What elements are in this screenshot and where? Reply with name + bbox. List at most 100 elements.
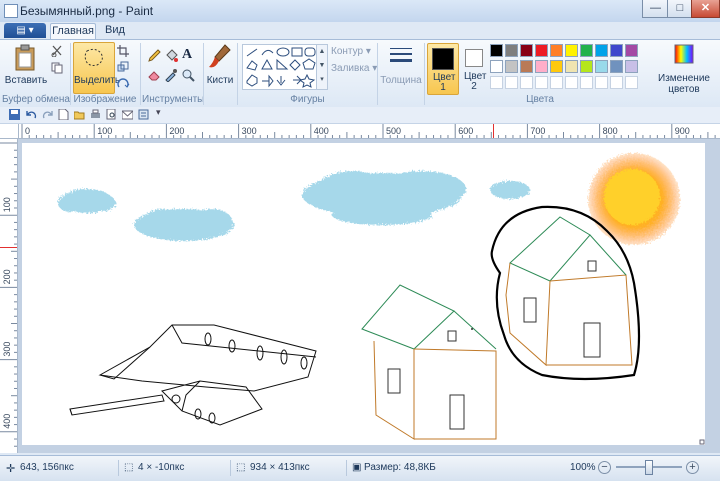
file-menu-button[interactable]: ▤ ▾ bbox=[4, 23, 46, 38]
pencil-icon[interactable] bbox=[147, 49, 161, 63]
brushes-button[interactable]: Кисти bbox=[205, 43, 235, 99]
palette-swatch[interactable] bbox=[595, 44, 608, 57]
palette-swatch[interactable] bbox=[505, 44, 518, 57]
palette-swatch[interactable] bbox=[580, 60, 593, 73]
h-ruler-label: 400 bbox=[314, 126, 329, 136]
colors-group-label: Цвета bbox=[526, 94, 554, 105]
palette-custom-slot[interactable] bbox=[490, 76, 503, 89]
cursor-position-icon: ✛ bbox=[6, 463, 16, 475]
v-ruler-label: 400 bbox=[2, 414, 12, 429]
palette-swatch[interactable] bbox=[520, 44, 533, 57]
shapes-scroll[interactable]: ▲ ▼ ▾ bbox=[316, 44, 328, 90]
size-button[interactable]: Толщина bbox=[380, 43, 422, 99]
v-ruler-ticks: 100 200 300 400 bbox=[0, 142, 17, 447]
customize-toolbar-icon[interactable]: ▾ bbox=[156, 107, 161, 118]
image-size: 934 × 413пкс bbox=[250, 462, 310, 473]
print-preview-icon[interactable] bbox=[106, 109, 117, 120]
color1-button[interactable]: Цвет 1 bbox=[427, 43, 459, 95]
select-button[interactable]: Выделить bbox=[73, 42, 121, 94]
divider bbox=[230, 460, 231, 476]
color-picker-icon[interactable] bbox=[164, 68, 178, 82]
select-icon bbox=[84, 48, 103, 66]
image-size-icon: ⬚ bbox=[236, 462, 246, 473]
h-ruler-label: 500 bbox=[386, 126, 401, 136]
divider bbox=[70, 43, 71, 105]
clouds bbox=[58, 171, 530, 241]
horizontal-ruler: 0 100 200 300 400 500 600 700 800 900 bbox=[18, 124, 720, 139]
palette-swatch[interactable] bbox=[535, 44, 548, 57]
paint-app-icon[interactable] bbox=[4, 4, 18, 18]
palette-custom-slot[interactable] bbox=[550, 76, 563, 89]
fill-dropdown[interactable]: Заливка ▾ bbox=[331, 63, 377, 74]
zoom-out-button[interactable]: − bbox=[598, 461, 611, 474]
fill-bucket-icon[interactable] bbox=[164, 49, 178, 63]
drawing-canvas[interactable] bbox=[22, 143, 705, 445]
palette-swatch[interactable] bbox=[520, 60, 533, 73]
email-icon[interactable] bbox=[122, 109, 133, 120]
palette-custom-slot[interactable] bbox=[595, 76, 608, 89]
outline-dropdown[interactable]: Контур ▾ bbox=[331, 46, 371, 57]
shapes-icon bbox=[246, 47, 316, 88]
magnifier-icon[interactable] bbox=[181, 68, 195, 82]
open-icon[interactable] bbox=[74, 109, 85, 120]
palette-swatch[interactable] bbox=[505, 60, 518, 73]
edit-colors-button[interactable]: Изменение цветов bbox=[654, 43, 714, 99]
zoom-slider-thumb[interactable] bbox=[645, 460, 653, 475]
palette-swatch[interactable] bbox=[565, 60, 578, 73]
palette-custom-slot[interactable] bbox=[610, 76, 623, 89]
h-ruler-label: 700 bbox=[530, 126, 545, 136]
palette-custom-slot[interactable] bbox=[565, 76, 578, 89]
redo-icon[interactable] bbox=[42, 109, 53, 120]
palette-swatch[interactable] bbox=[550, 44, 563, 57]
minimize-button[interactable]: — bbox=[642, 0, 669, 18]
crop-icon[interactable] bbox=[117, 45, 129, 57]
tab-home[interactable]: Главная bbox=[50, 23, 96, 40]
palette-swatch[interactable] bbox=[550, 60, 563, 73]
selection-size: 4 × -10пкс bbox=[138, 462, 185, 473]
new-icon[interactable] bbox=[58, 109, 69, 120]
zoom-in-button[interactable]: + bbox=[686, 461, 699, 474]
palette-swatch[interactable] bbox=[565, 44, 578, 57]
v-ruler-label: 300 bbox=[2, 342, 12, 357]
canvas-resize-handle[interactable] bbox=[699, 439, 705, 445]
select-label: Выделить bbox=[74, 75, 121, 86]
shapes-gallery[interactable] bbox=[242, 44, 318, 90]
text-tool-icon[interactable]: A bbox=[182, 47, 192, 63]
print-icon[interactable] bbox=[90, 109, 101, 120]
palette-swatch[interactable] bbox=[610, 44, 623, 57]
copy-icon[interactable] bbox=[51, 62, 63, 74]
palette-swatch[interactable] bbox=[580, 44, 593, 57]
palette-swatch[interactable] bbox=[535, 60, 548, 73]
resize-icon[interactable] bbox=[117, 61, 129, 73]
palette-swatch[interactable] bbox=[625, 44, 638, 57]
save-icon[interactable] bbox=[9, 109, 20, 120]
palette-swatch[interactable] bbox=[625, 60, 638, 73]
palette-swatch[interactable] bbox=[610, 60, 623, 73]
palette-swatch[interactable] bbox=[490, 60, 503, 73]
house-left bbox=[361, 284, 497, 440]
tools-group-label: Инструменты bbox=[142, 94, 205, 105]
palette-swatch[interactable] bbox=[595, 60, 608, 73]
line-width-icon bbox=[390, 48, 412, 62]
close-button[interactable]: ✕ bbox=[691, 0, 720, 18]
eraser-icon[interactable] bbox=[147, 68, 161, 82]
palette-custom-slot[interactable] bbox=[535, 76, 548, 89]
cut-icon[interactable] bbox=[51, 45, 63, 57]
h-ruler-label: 200 bbox=[169, 126, 184, 136]
palette-custom-slot[interactable] bbox=[520, 76, 533, 89]
tab-view[interactable]: Вид bbox=[100, 23, 130, 39]
palette-custom-slot[interactable] bbox=[625, 76, 638, 89]
palette-custom-slot[interactable] bbox=[580, 76, 593, 89]
h-ruler-label: 600 bbox=[458, 126, 473, 136]
shapes-group-label: Фигуры bbox=[290, 94, 325, 105]
zoom-level: 100% bbox=[570, 462, 596, 473]
maximize-button[interactable]: □ bbox=[667, 0, 693, 18]
paste-button[interactable]: Вставить bbox=[4, 43, 48, 93]
palette-custom-slot[interactable] bbox=[505, 76, 518, 89]
palette-swatch[interactable] bbox=[490, 44, 503, 57]
properties-icon[interactable] bbox=[138, 109, 149, 120]
ribbon-tabs: ▤ ▾ Главная Вид bbox=[0, 22, 720, 40]
rotate-icon[interactable] bbox=[117, 77, 131, 89]
color2-button[interactable]: Цвет 2 bbox=[460, 43, 488, 93]
undo-icon[interactable] bbox=[26, 109, 37, 120]
